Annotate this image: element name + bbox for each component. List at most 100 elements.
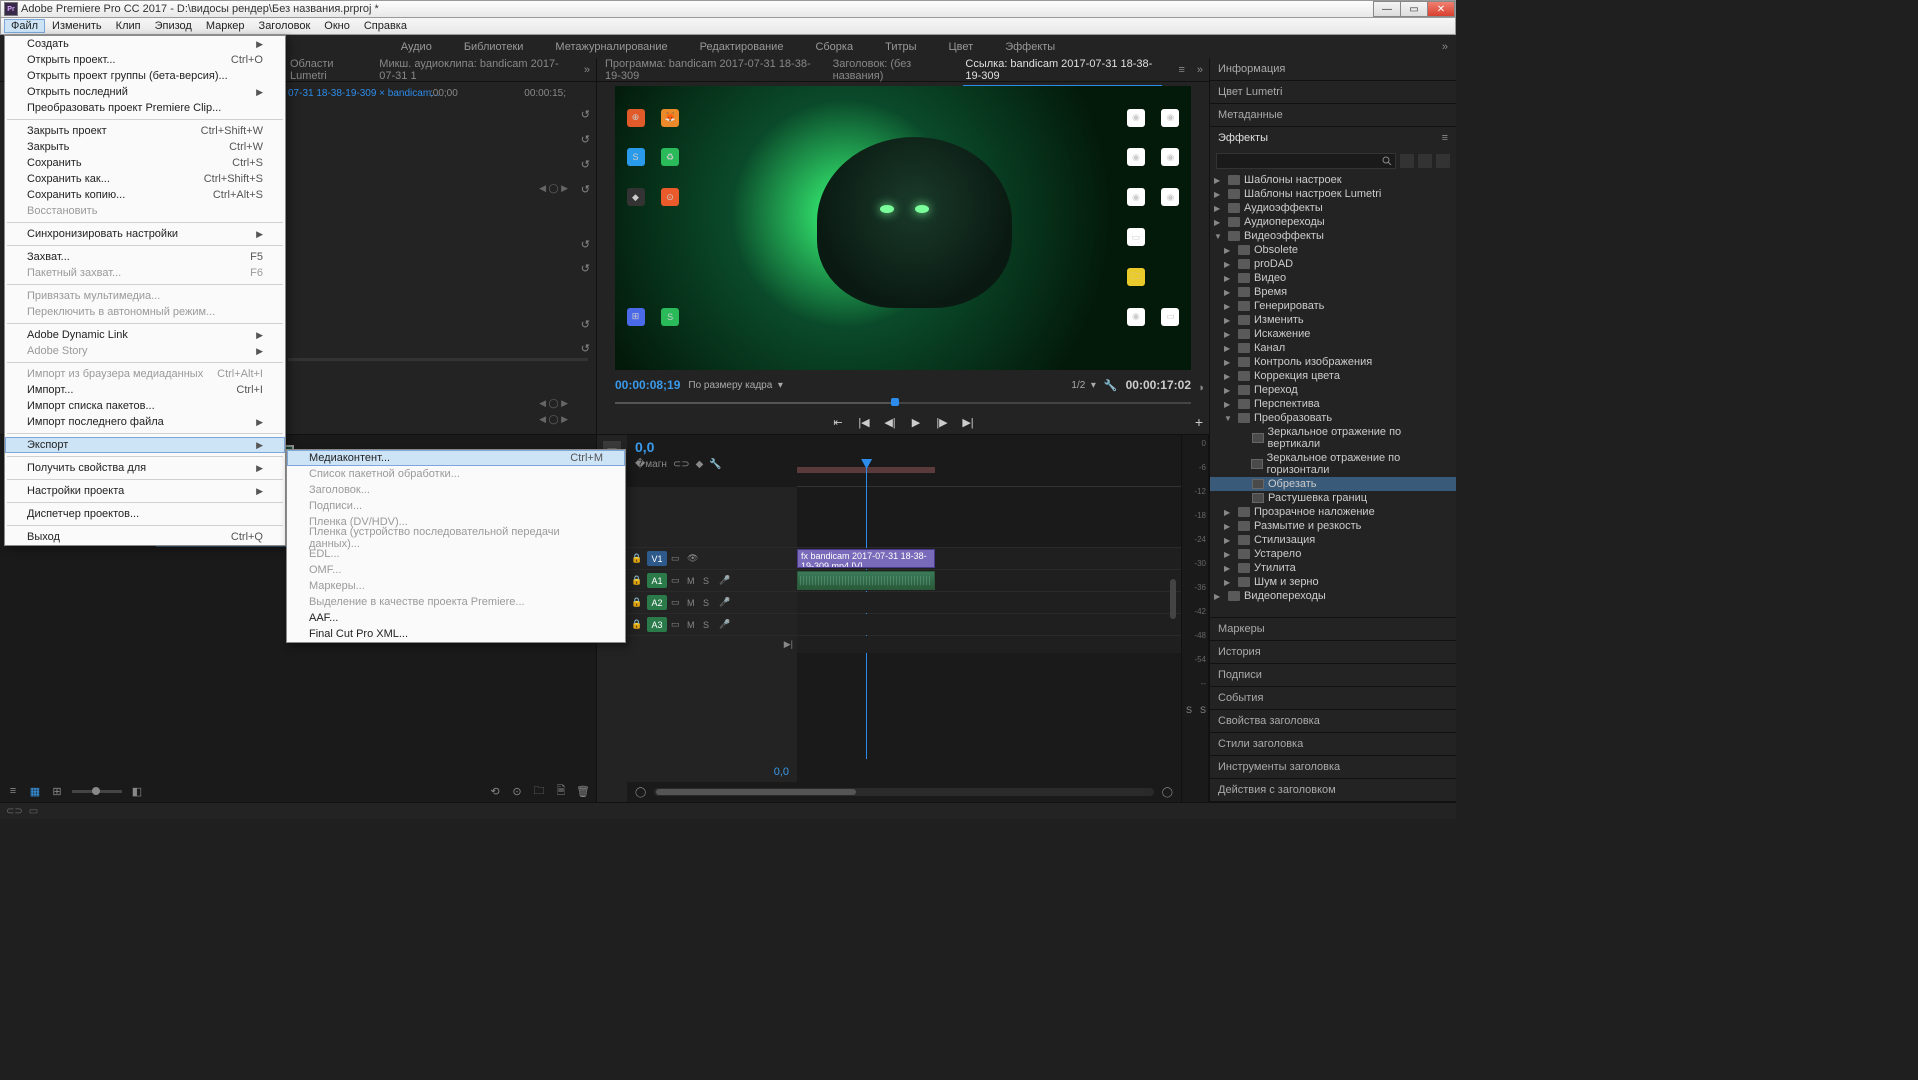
step-fwd-icon[interactable]: ▶| <box>960 414 976 430</box>
loop-icon[interactable]: ↺ <box>581 342 590 355</box>
new-bin-icon[interactable]: 🗀 <box>532 784 546 798</box>
program-scrubber[interactable]: ◗ <box>615 396 1191 410</box>
solo-toggle[interactable]: S <box>703 598 715 608</box>
tab-program[interactable]: Программа: bandicam 2017-07-31 18-38-19-… <box>603 54 819 86</box>
menu-заголовок[interactable]: Заголовок <box>252 19 318 33</box>
play-icon[interactable]: ▶ <box>908 414 924 430</box>
menu-item[interactable]: AAF... <box>287 610 625 626</box>
tab-История[interactable]: История <box>1210 641 1456 663</box>
find-icon[interactable]: ⊙ <box>510 784 524 798</box>
menu-item[interactable]: Открыть проект...Ctrl+O <box>5 52 285 68</box>
solo-toggle[interactable]: S <box>1186 705 1192 715</box>
program-resolution-select[interactable]: 1/2 ▾ <box>1071 380 1095 391</box>
mic-icon[interactable]: 🎤 <box>719 575 731 586</box>
menu-клип[interactable]: Клип <box>109 19 148 33</box>
tab-metadata[interactable]: Метаданные <box>1210 104 1456 126</box>
solo-toggle[interactable]: S <box>703 620 715 630</box>
loop-icon[interactable]: ↺ <box>581 158 590 171</box>
loop-icon[interactable]: ↺ <box>581 133 590 146</box>
tree-node[interactable]: ▶Аудиопереходы <box>1210 215 1456 229</box>
panel-overflow-icon[interactable]: » <box>1197 64 1203 76</box>
tab-title[interactable]: Заголовок: (без названия) <box>831 54 952 86</box>
tree-node[interactable]: Растушевка границ <box>1210 491 1456 505</box>
menu-изменить[interactable]: Изменить <box>45 19 109 33</box>
program-timecode[interactable]: 00:00:08;19 <box>615 378 680 392</box>
loop-icon[interactable]: ↺ <box>581 238 590 251</box>
loop-icon[interactable]: ↺ <box>581 108 590 121</box>
tab-Стили заголовка[interactable]: Стили заголовка <box>1210 733 1456 755</box>
tab-Инструменты заголовка[interactable]: Инструменты заголовка <box>1210 756 1456 778</box>
tree-node[interactable]: Зеркальное отражение по вертикали <box>1210 425 1456 451</box>
menu-item[interactable]: Настройки проекта▶ <box>5 483 285 499</box>
menu-item[interactable]: Сохранить копию...Ctrl+Alt+S <box>5 187 285 203</box>
tree-node[interactable]: ▶Шаблоны настроек <box>1210 173 1456 187</box>
menu-item[interactable]: Создать▶ <box>5 36 285 52</box>
workspace-overflow-icon[interactable]: » <box>1442 41 1448 53</box>
new-item-icon[interactable]: 🗎 <box>554 784 568 798</box>
menu-item[interactable]: Открыть проект группы (бета-версия)... <box>5 68 285 84</box>
preset-icon[interactable] <box>1400 154 1414 168</box>
lock-icon[interactable]: 🔒 <box>631 575 643 586</box>
tree-node[interactable]: Обрезать <box>1210 477 1456 491</box>
tree-node[interactable]: ▶Видеопереходы <box>1210 589 1456 603</box>
menu-item[interactable]: Медиаконтент...Ctrl+M <box>287 450 625 466</box>
tab-lumetri-scopes[interactable]: Области Lumetri <box>288 54 365 86</box>
zoom-out-icon[interactable]: ◯ <box>635 787 646 798</box>
menu-item[interactable]: ВыходCtrl+Q <box>5 529 285 545</box>
audio-clip[interactable] <box>797 571 935 590</box>
mute-toggle[interactable]: M <box>687 598 699 608</box>
menu-файл[interactable]: Файл <box>4 19 45 33</box>
tree-node[interactable]: ▶Переход <box>1210 383 1456 397</box>
tab-Свойства заголовка[interactable]: Свойства заголовка <box>1210 710 1456 732</box>
menu-item[interactable]: ЗакрытьCtrl+W <box>5 139 285 155</box>
snap-icon[interactable]: �магн <box>635 459 667 470</box>
menu-item[interactable]: Сохранить как...Ctrl+Shift+S <box>5 171 285 187</box>
tab-Действия с заголовком[interactable]: Действия с заголовком <box>1210 779 1456 801</box>
list-view-icon[interactable]: ≡ <box>6 784 20 798</box>
solo-toggle[interactable]: S <box>703 576 715 586</box>
panel-menu-icon[interactable]: ≡ <box>1442 132 1448 144</box>
lock-icon[interactable]: 🔒 <box>631 553 643 564</box>
delete-icon[interactable]: 🗑 <box>576 784 590 798</box>
tab-effects[interactable]: Эффекты≡ <box>1210 127 1456 149</box>
tree-node[interactable]: Зеркальное отражение по горизонтали <box>1210 451 1456 477</box>
track-label[interactable]: A3 <box>647 617 667 632</box>
tree-node[interactable]: ▶Генерировать <box>1210 299 1456 313</box>
menu-item[interactable]: Импорт списка пакетов... <box>5 398 285 414</box>
target-icon[interactable]: ▭ <box>671 553 683 564</box>
menu-item[interactable]: Открыть последний▶ <box>5 84 285 100</box>
target-icon[interactable]: ▭ <box>671 575 683 586</box>
menu-окно[interactable]: Окно <box>317 19 357 33</box>
track-label[interactable]: V1 <box>647 551 667 566</box>
tab-Маркеры[interactable]: Маркеры <box>1210 618 1456 640</box>
mute-toggle[interactable]: M <box>687 620 699 630</box>
marker-out-icon[interactable]: ◗ <box>1198 382 1205 394</box>
tree-node[interactable]: ▶Шаблоны настроек Lumetri <box>1210 187 1456 201</box>
frame-back-icon[interactable]: ◀| <box>882 414 898 430</box>
tree-node[interactable]: ▶Искажение <box>1210 327 1456 341</box>
panel-menu-icon[interactable]: ≡ <box>1178 64 1184 76</box>
menu-item[interactable]: Синхронизировать настройки▶ <box>5 226 285 242</box>
tab-reference[interactable]: Ссылка: bandicam 2017-07-31 18-38-19-309 <box>963 54 1162 86</box>
insert-icon[interactable]: ⇤ <box>830 414 846 430</box>
tree-node[interactable]: ▼Видеоэффекты <box>1210 229 1456 243</box>
loop-icon[interactable]: ↺ <box>581 262 590 275</box>
solo-toggle[interactable]: S <box>1200 705 1206 715</box>
tree-node[interactable]: ▶Изменить <box>1210 313 1456 327</box>
timeline-scrollbar[interactable] <box>654 788 1154 796</box>
program-zoom-select[interactable]: По размеру кадра ▾ <box>688 380 782 391</box>
menu-item[interactable]: Захват...F5 <box>5 249 285 265</box>
tree-node[interactable]: ▶proDAD <box>1210 257 1456 271</box>
tab-lumetri-color[interactable]: Цвет Lumetri <box>1210 81 1456 103</box>
tree-node[interactable]: ▶Стилизация <box>1210 533 1456 547</box>
wrench-icon[interactable]: 🔧 <box>1104 379 1118 392</box>
loop-icon[interactable]: ↺ <box>581 183 590 196</box>
menu-item[interactable]: Final Cut Pro XML... <box>287 626 625 642</box>
target-icon[interactable]: ▭ <box>671 597 683 608</box>
menu-item[interactable]: Импорт последнего файла▶ <box>5 414 285 430</box>
mic-icon[interactable]: 🎤 <box>719 597 731 608</box>
tree-node[interactable]: ▶Видео <box>1210 271 1456 285</box>
loop-icon[interactable]: ↺ <box>581 318 590 331</box>
menu-item[interactable]: Получить свойства для▶ <box>5 460 285 476</box>
tree-node[interactable]: ▶Аудиоэффекты <box>1210 201 1456 215</box>
